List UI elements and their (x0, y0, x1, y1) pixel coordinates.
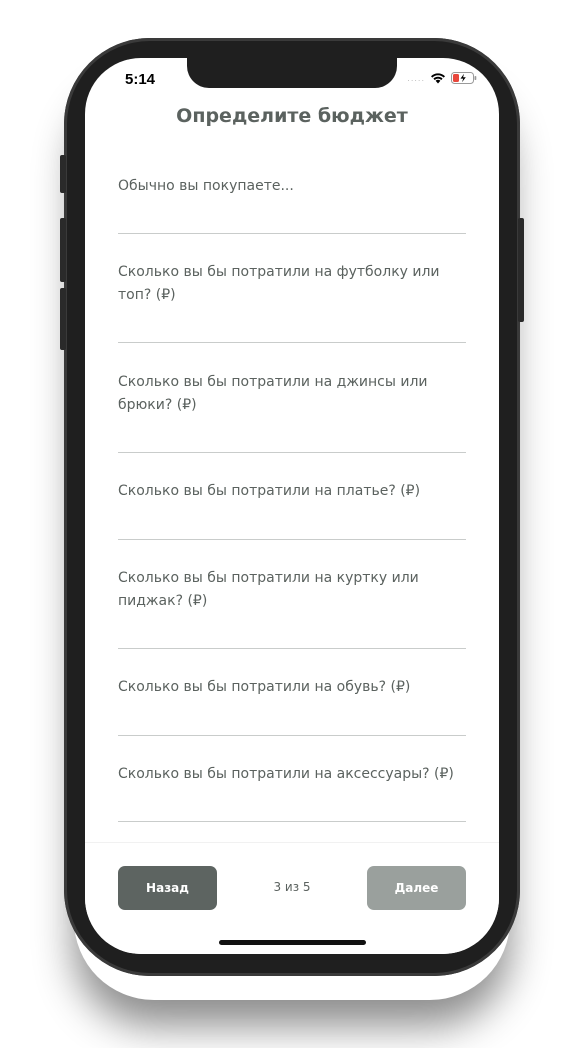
home-indicator[interactable] (219, 940, 366, 945)
question-jeans-budget: Сколько вы бы потратили на джинсы или бр… (118, 371, 466, 417)
question-jacket-budget: Сколько вы бы потратили на куртку или пи… (118, 567, 466, 613)
volume-up-button (60, 218, 66, 282)
status-time: 5:14 (125, 71, 156, 88)
battery-charging-icon (451, 72, 477, 84)
cellular-signal: ..... (407, 73, 425, 83)
jacket-budget-field[interactable] (118, 624, 466, 649)
question-label: Обычно вы покупаете... (118, 178, 294, 194)
question-shoes-budget: Сколько вы бы потратили на обувь? (₽) (118, 676, 466, 699)
status-indicators: ..... (407, 72, 477, 84)
tshirt-budget-field[interactable] (118, 318, 466, 343)
question-tshirt-budget: Сколько вы бы потратили на футболку или … (118, 261, 466, 307)
question-dress-budget: Сколько вы бы потратили на платье? (₽) (118, 480, 466, 503)
power-button (518, 218, 524, 322)
question-label: Сколько вы бы потратили на джинсы или бр… (118, 374, 428, 413)
accessories-budget-field[interactable] (118, 797, 466, 822)
mute-switch (60, 155, 66, 193)
device-mockup: 5:14 ..... Определите бюджет Обычно вы п… (0, 0, 584, 1048)
usual-shopping-field[interactable] (118, 209, 466, 234)
jeans-budget-field[interactable] (118, 428, 466, 453)
back-button[interactable]: Назад (118, 866, 217, 910)
question-label: Сколько вы бы потратили на куртку или пи… (118, 570, 419, 609)
notch (187, 58, 397, 88)
wizard-footer: Назад 3 из 5 Далее (85, 842, 499, 954)
step-indicator: 3 из 5 (273, 880, 311, 894)
question-label: Сколько вы бы потратили на платье? (₽) (118, 483, 421, 499)
question-label: Сколько вы бы потратили на аксессуары? (… (118, 766, 454, 782)
question-accessories-budget: Сколько вы бы потратили на аксессуары? (… (118, 763, 466, 786)
page-title: Определите бюджет (176, 105, 408, 127)
app-screen: 5:14 ..... Определите бюджет Обычно вы п… (85, 58, 499, 954)
volume-down-button (60, 288, 66, 350)
dress-budget-field[interactable] (118, 515, 466, 540)
next-button[interactable]: Далее (367, 866, 466, 910)
wifi-icon (430, 72, 446, 84)
question-label: Сколько вы бы потратили на обувь? (₽) (118, 679, 411, 695)
shoes-budget-field[interactable] (118, 711, 466, 736)
question-usual-shopping: Обычно вы покупаете... (118, 175, 466, 198)
question-label: Сколько вы бы потратили на футболку или … (118, 264, 440, 303)
